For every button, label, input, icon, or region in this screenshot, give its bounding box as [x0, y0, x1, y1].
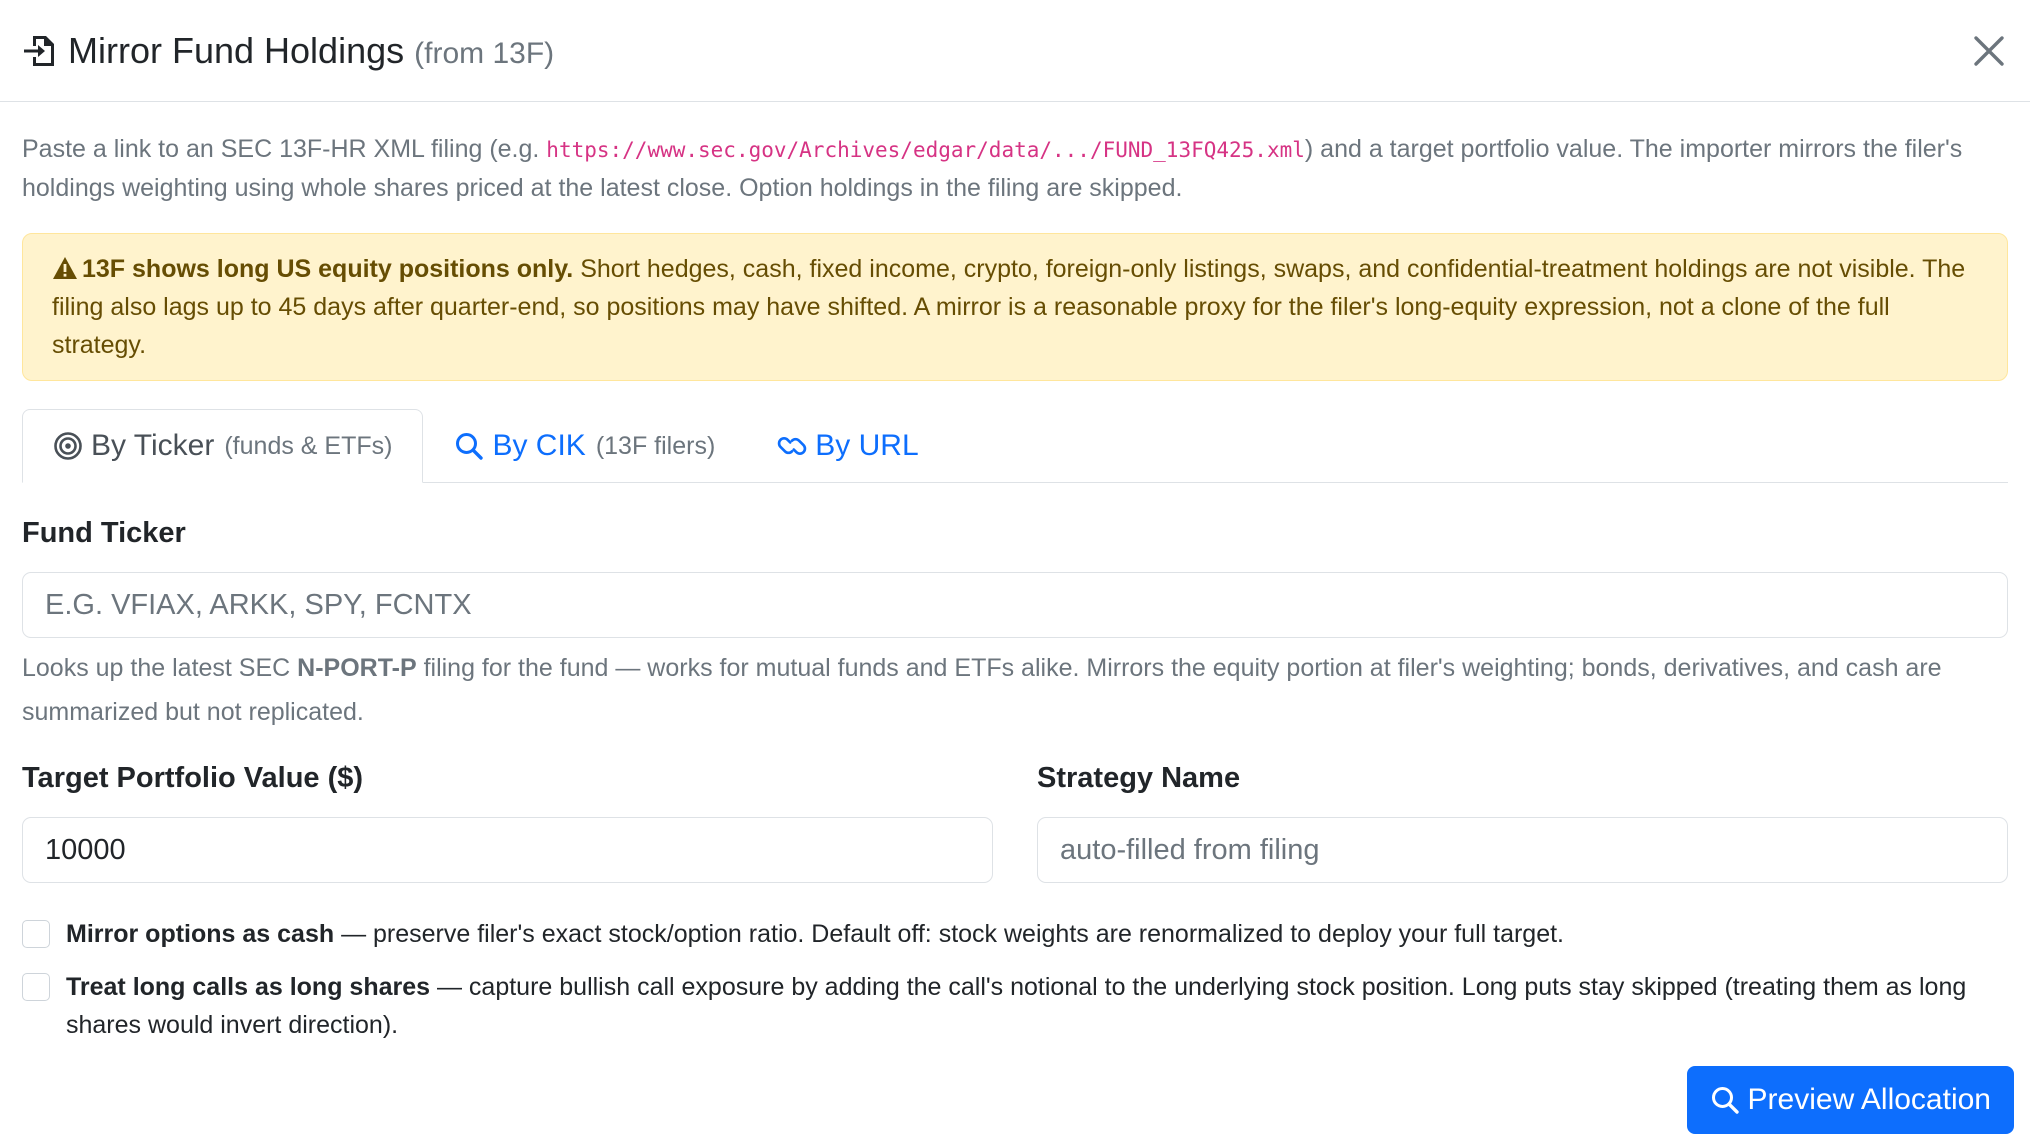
preview-allocation-label: Preview Allocation — [1747, 1083, 1991, 1116]
tab-by-ticker[interactable]: By Ticker (funds & ETFs) — [22, 409, 424, 483]
example-url: https://www.sec.gov/Archives/edgar/data/… — [546, 138, 1305, 162]
tab-by-url-label: By URL — [815, 429, 919, 462]
modal-header: Mirror Fund Holdings (from 13F) — [0, 0, 2030, 102]
close-icon — [1974, 36, 2004, 66]
warning-alert: 13F shows long US equity positions only.… — [22, 233, 2008, 381]
mirror-fund-modal: Mirror Fund Holdings (from 13F) Paste a … — [0, 0, 2030, 1148]
modal-title: Mirror Fund Holdings (from 13F) — [68, 30, 554, 72]
link-icon — [777, 431, 807, 461]
long-calls-checkbox[interactable] — [22, 973, 50, 1001]
tab-by-cik[interactable]: By CIK (13F filers) — [423, 409, 746, 483]
modal-body: Paste a link to an SEC 13F-HR XML filing… — [0, 130, 2030, 1044]
tab-by-ticker-sub: (funds & ETFs) — [224, 431, 393, 460]
tab-by-cik-label: By CIK — [492, 429, 586, 462]
tab-by-url[interactable]: By URL — [746, 409, 949, 483]
search-icon — [1710, 1085, 1740, 1115]
warning-triangle-icon — [52, 253, 78, 279]
mirror-options-label: Mirror options as cash — preserve filer'… — [66, 915, 1564, 953]
target-value-label: Target Portfolio Value ($) — [22, 762, 364, 794]
fund-ticker-input[interactable] — [22, 572, 2008, 638]
fund-ticker-help: Looks up the latest SEC N-PORT-P filing … — [22, 646, 2008, 734]
target-value-group: Target Portfolio Value ($) — [22, 762, 993, 883]
mirror-options-text: — preserve filer's exact stock/option ra… — [334, 920, 1565, 948]
close-button[interactable] — [1962, 24, 2016, 78]
fund-ticker-label: Fund Ticker — [22, 517, 186, 549]
modal-title-sub: (from 13F) — [414, 36, 555, 70]
tab-by-cik-sub: (13F filers) — [595, 431, 716, 460]
search-icon — [454, 431, 484, 461]
target-icon — [53, 431, 83, 461]
preview-allocation-button[interactable]: Preview Allocation — [1686, 1066, 2014, 1134]
strategy-name-input[interactable] — [1037, 817, 2008, 883]
strategy-name-group: Strategy Name — [1037, 762, 2008, 883]
file-import-icon — [22, 33, 58, 69]
long-calls-label: Treat long calls as long shares — captur… — [66, 968, 2008, 1044]
long-calls-row: Treat long calls as long shares — captur… — [22, 968, 2008, 1044]
target-value-input[interactable] — [22, 817, 993, 883]
help-before: Looks up the latest SEC — [22, 654, 298, 682]
source-tabs: By Ticker (funds & ETFs) By CIK (13F fil… — [22, 409, 2008, 483]
mirror-options-checkbox[interactable] — [22, 920, 50, 948]
value-strategy-row: Target Portfolio Value ($) Strategy Name — [22, 762, 2008, 883]
mirror-options-bold: Mirror options as cash — [66, 920, 335, 948]
tab-by-ticker-label: By Ticker — [91, 429, 215, 462]
warning-bold: 13F shows long US equity positions only. — [82, 255, 574, 283]
strategy-name-label: Strategy Name — [1037, 762, 1241, 794]
help-bold: N-PORT-P — [297, 654, 417, 682]
modal-title-text: Mirror Fund Holdings — [68, 29, 405, 71]
mirror-options-row: Mirror options as cash — preserve filer'… — [22, 915, 2008, 953]
intro-text: Paste a link to an SEC 13F-HR XML filing… — [22, 130, 2008, 207]
long-calls-bold: Treat long calls as long shares — [66, 973, 431, 1001]
intro-before: Paste a link to an SEC 13F-HR XML filing… — [22, 135, 547, 163]
